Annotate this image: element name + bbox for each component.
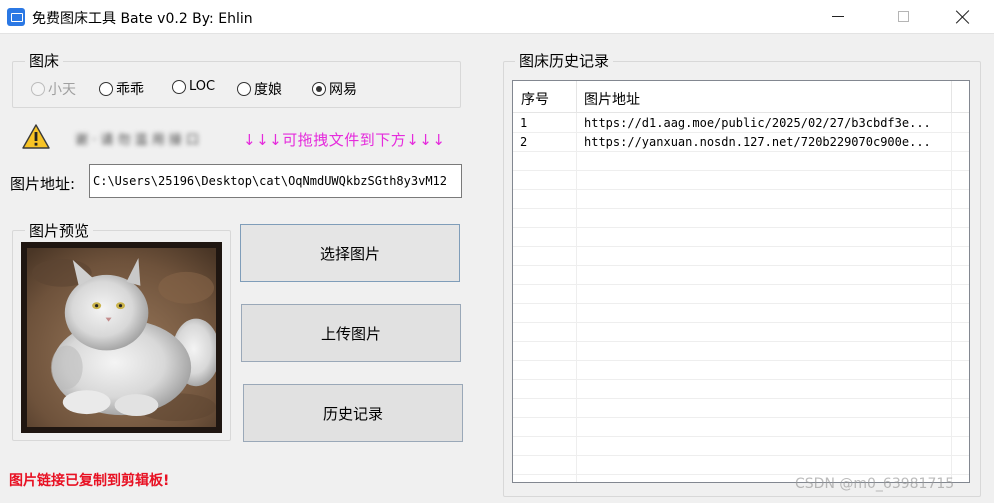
- grid-line: [513, 189, 969, 190]
- table-header: 序号 图片地址: [513, 81, 969, 113]
- radio-circle-selected: [312, 82, 326, 96]
- maximize-icon: [897, 11, 909, 22]
- watermark: CSDN @m0_63981715: [795, 476, 955, 492]
- grid-line: [513, 246, 969, 247]
- path-label: 图片地址:: [10, 175, 76, 193]
- grid-line: [513, 208, 969, 209]
- upload-image-button[interactable]: 上传图片: [241, 304, 461, 362]
- grid-line: [513, 341, 969, 342]
- app-icon: [7, 8, 25, 26]
- grid-line: [513, 322, 969, 323]
- history-button[interactable]: 历史记录: [243, 384, 463, 442]
- row-index: 1: [520, 116, 528, 130]
- grid-line: [513, 265, 969, 266]
- blurred-notice-text: 谢 · 请 勿 滥 用 接 口: [75, 133, 200, 148]
- close-button[interactable]: [940, 0, 986, 33]
- status-message: 图片链接已复制到剪辑板!: [9, 473, 170, 489]
- history-group-label: 图床历史记录: [515, 52, 614, 70]
- radio-duniang[interactable]: 度娘: [237, 79, 282, 99]
- grid-line: [513, 474, 969, 475]
- table-row[interactable]: 2 https://yanxuan.nosdn.127.net/720b2290…: [513, 133, 953, 152]
- row-url: https://yanxuan.nosdn.127.net/720b229070…: [584, 135, 931, 149]
- radio-xiaotian[interactable]: 小天: [31, 79, 76, 99]
- preview-group-label: 图片预览: [25, 222, 94, 240]
- row-url: https://d1.aag.moe/public/2025/02/27/b3c…: [584, 116, 931, 130]
- select-image-button[interactable]: 选择图片: [240, 224, 460, 282]
- radio-label: 度娘: [254, 82, 282, 98]
- grid-line: [513, 436, 969, 437]
- grid-line: [513, 398, 969, 399]
- row-index: 2: [520, 135, 528, 149]
- radio-label: 网易: [329, 82, 357, 98]
- grid-line: [576, 113, 577, 482]
- window-title: 免费图床工具 Bate v0.2 By: Ehlin: [32, 11, 253, 27]
- drag-hint: ↓↓↓可拖拽文件到下方↓↓↓: [243, 131, 446, 149]
- title-bar: 免费图床工具 Bate v0.2 By: Ehlin: [0, 0, 994, 34]
- grid-line: [513, 284, 969, 285]
- grid-line: [513, 379, 969, 380]
- radio-label: 乖乖: [116, 82, 144, 98]
- radio-circle: [237, 82, 251, 96]
- image-path-input[interactable]: C:\Users\25196\Desktop\cat\OqNmdUWQkbzSG…: [89, 164, 462, 198]
- grid-line: [513, 170, 969, 171]
- radio-wangyi[interactable]: 网易: [312, 79, 357, 99]
- grid-line: [513, 417, 969, 418]
- maximize-button[interactable]: [880, 0, 926, 33]
- grid-line: [513, 360, 969, 361]
- radio-circle: [99, 82, 113, 96]
- minimize-icon: [832, 16, 844, 17]
- close-icon: [956, 10, 970, 24]
- minimize-button[interactable]: [815, 0, 861, 33]
- radio-loc[interactable]: LOC: [172, 79, 215, 94]
- radio-label: LOC: [189, 79, 216, 94]
- grid-line: [951, 113, 952, 482]
- column-divider: [951, 81, 952, 113]
- grid-line: [513, 227, 969, 228]
- cat-photo: [27, 248, 216, 427]
- radio-circle: [31, 82, 45, 96]
- host-group-label: 图床: [25, 52, 64, 70]
- column-divider: [576, 81, 577, 113]
- column-header-index[interactable]: 序号: [521, 89, 549, 109]
- radio-label: 小天: [48, 82, 76, 98]
- image-preview: [21, 242, 222, 433]
- column-header-url[interactable]: 图片地址: [584, 89, 640, 109]
- radio-circle: [172, 79, 186, 94]
- grid-line: [513, 455, 969, 456]
- warning-icon: [22, 124, 50, 149]
- grid-line: [513, 303, 969, 304]
- table-row[interactable]: 1 https://d1.aag.moe/public/2025/02/27/b…: [513, 114, 953, 133]
- radio-guaiguai[interactable]: 乖乖: [99, 79, 144, 99]
- history-table[interactable]: 序号 图片地址 1 https://d1.aag.moe/public/2025…: [512, 80, 970, 483]
